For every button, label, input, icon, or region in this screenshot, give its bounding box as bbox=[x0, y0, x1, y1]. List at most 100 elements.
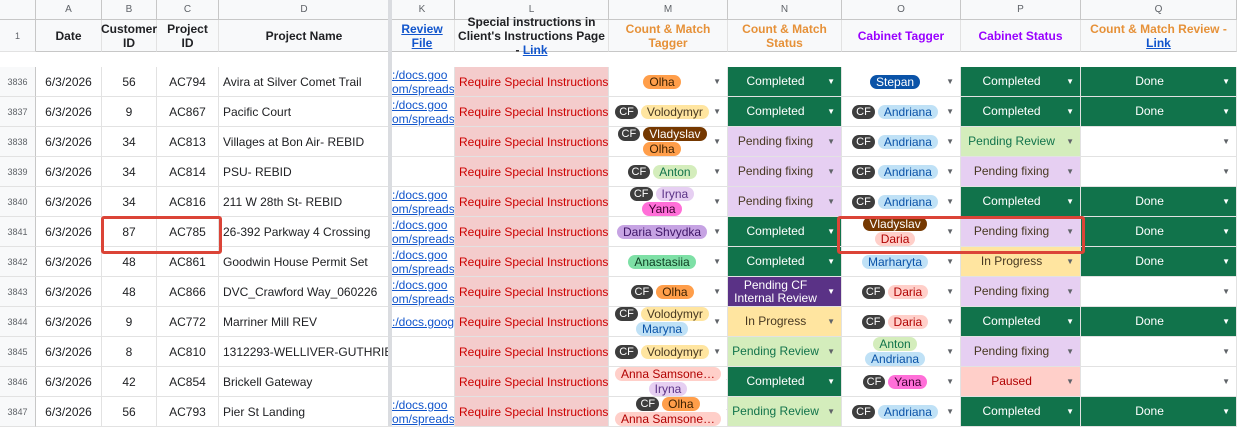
cabinet-status-cell[interactable]: Completed ▼ bbox=[961, 97, 1081, 127]
cabinet-tagger-cell[interactable]: Anton Andriana ▼ bbox=[842, 337, 961, 367]
special-instructions-cell[interactable]: Require Special Instructions▼ bbox=[455, 97, 609, 127]
special-instructions-cell[interactable]: Require Special Instructions▼ bbox=[455, 277, 609, 307]
review-link-text[interactable]: :/docs.goog bbox=[392, 315, 454, 329]
cabinet-status-cell[interactable]: Completed ▼ bbox=[961, 187, 1081, 217]
special-instructions-cell[interactable]: Require Special Instructions▼ bbox=[455, 337, 609, 367]
count-match-tagger-cell[interactable]: CF Volodymyr Maryna ▼ bbox=[609, 307, 728, 337]
review-link-text[interactable]: :/docs.goo bbox=[392, 68, 447, 82]
review-file-cell[interactable]: :/docs.goo om/spreads bbox=[390, 187, 455, 217]
count-match-tagger-cell[interactable]: CF Olha ▼ bbox=[609, 277, 728, 307]
dropdown-arrow-icon[interactable]: ▼ bbox=[1222, 77, 1230, 86]
project-id-cell[interactable]: AC854 bbox=[157, 367, 219, 397]
dropdown-arrow-icon[interactable]: ▼ bbox=[827, 377, 835, 386]
project-id-cell[interactable]: AC794 bbox=[157, 67, 219, 97]
review-file-cell[interactable] bbox=[390, 367, 455, 397]
cabinet-tagger-cell[interactable]: CF Andriana ▼ bbox=[842, 187, 961, 217]
review-link-text[interactable]: om/spreads bbox=[392, 412, 454, 426]
dropdown-arrow-icon[interactable]: ▼ bbox=[713, 167, 721, 176]
row-number[interactable]: 3841 bbox=[0, 217, 36, 247]
review-file-cell[interactable] bbox=[390, 127, 455, 157]
column-letter-k[interactable]: K bbox=[390, 0, 455, 20]
row-number[interactable]: 3836 bbox=[0, 67, 36, 97]
project-name-cell[interactable]: PSU- REBID bbox=[219, 157, 390, 187]
cabinet-tagger-cell[interactable]: CF Daria ▼ bbox=[842, 307, 961, 337]
count-match-review-cell[interactable]: Done ▼ bbox=[1081, 67, 1237, 97]
dropdown-arrow-icon[interactable]: ▼ bbox=[1222, 167, 1230, 176]
date-cell[interactable]: 6/3/2026 bbox=[36, 67, 102, 97]
cabinet-status-cell[interactable]: Completed ▼ bbox=[961, 397, 1081, 427]
project-name-cell[interactable]: Avira at Silver Comet Trail bbox=[219, 67, 390, 97]
customer-id-cell[interactable]: 34 bbox=[102, 127, 157, 157]
row-number[interactable]: 3844 bbox=[0, 307, 36, 337]
count-match-status-cell[interactable]: Pending Review ▼ bbox=[728, 337, 842, 367]
review-file-cell[interactable]: :/docs.goo om/spreads bbox=[390, 277, 455, 307]
dropdown-arrow-icon[interactable]: ▼ bbox=[827, 107, 835, 116]
project-id-cell[interactable]: AC814 bbox=[157, 157, 219, 187]
dropdown-arrow-icon[interactable]: ▼ bbox=[946, 407, 954, 416]
column-letter-d[interactable]: D bbox=[219, 0, 390, 20]
dropdown-arrow-icon[interactable]: ▼ bbox=[1066, 287, 1074, 296]
customer-id-cell[interactable]: 9 bbox=[102, 307, 157, 337]
date-cell[interactable]: 6/3/2026 bbox=[36, 337, 102, 367]
customer-id-cell[interactable]: 9 bbox=[102, 97, 157, 127]
count-match-status-cell[interactable]: Completed ▼ bbox=[728, 217, 842, 247]
dropdown-arrow-icon[interactable]: ▼ bbox=[713, 317, 721, 326]
row-number[interactable]: 1 bbox=[0, 20, 36, 52]
project-name-cell[interactable]: Pacific Court bbox=[219, 97, 390, 127]
special-instructions-cell[interactable]: Require Special Instructions▼ bbox=[455, 367, 609, 397]
project-name-cell[interactable]: Villages at Bon Air- REBID bbox=[219, 127, 390, 157]
column-letter-c[interactable]: C bbox=[157, 0, 219, 20]
count-match-status-cell[interactable]: Completed ▼ bbox=[728, 247, 842, 277]
row-number[interactable]: 3838 bbox=[0, 127, 36, 157]
dropdown-arrow-icon[interactable]: ▼ bbox=[1066, 257, 1074, 266]
count-match-review-cell[interactable]: ▼ bbox=[1081, 337, 1237, 367]
dropdown-arrow-icon[interactable]: ▼ bbox=[1066, 167, 1074, 176]
dropdown-arrow-icon[interactable]: ▼ bbox=[946, 377, 954, 386]
review-file-cell[interactable]: :/docs.goo om/spreads bbox=[390, 67, 455, 97]
date-cell[interactable]: 6/3/2026 bbox=[36, 307, 102, 337]
project-id-cell[interactable]: AC866 bbox=[157, 277, 219, 307]
dropdown-arrow-icon[interactable]: ▼ bbox=[1222, 257, 1230, 266]
special-instructions-cell[interactable]: Require Special Instructions▼ bbox=[455, 157, 609, 187]
dropdown-arrow-icon[interactable]: ▼ bbox=[713, 227, 721, 236]
project-id-cell[interactable]: AC816 bbox=[157, 187, 219, 217]
project-name-cell[interactable]: Goodwin House Permit Set bbox=[219, 247, 390, 277]
column-letter-q[interactable]: Q bbox=[1081, 0, 1237, 20]
date-cell[interactable]: 6/3/2026 bbox=[36, 397, 102, 427]
cabinet-status-cell[interactable]: Pending fixing ▼ bbox=[961, 337, 1081, 367]
special-instructions-cell[interactable]: Require Special Instructions▼ bbox=[455, 397, 609, 427]
column-letter-p[interactable]: P bbox=[961, 0, 1081, 20]
dropdown-arrow-icon[interactable]: ▼ bbox=[1222, 137, 1230, 146]
project-name-cell[interactable]: Pier St Landing bbox=[219, 397, 390, 427]
count-match-review-cell[interactable]: Done ▼ bbox=[1081, 397, 1237, 427]
cabinet-tagger-cell[interactable]: Stepan ▼ bbox=[842, 67, 961, 97]
count-match-review-cell[interactable]: Done ▼ bbox=[1081, 217, 1237, 247]
cabinet-tagger-cell[interactable]: CF Andriana ▼ bbox=[842, 397, 961, 427]
row-number[interactable]: 3843 bbox=[0, 277, 36, 307]
row-number[interactable]: 3839 bbox=[0, 157, 36, 187]
count-match-review-cell[interactable]: Done ▼ bbox=[1081, 307, 1237, 337]
count-match-review-cell[interactable]: ▼ bbox=[1081, 277, 1237, 307]
row-number[interactable]: 3846 bbox=[0, 367, 36, 397]
review-link-text[interactable]: :/docs.goo bbox=[392, 188, 447, 202]
dropdown-arrow-icon[interactable]: ▼ bbox=[946, 197, 954, 206]
header-link[interactable]: Link bbox=[523, 43, 548, 57]
review-link-text[interactable]: om/spreads bbox=[392, 202, 454, 216]
review-link-text[interactable]: om/spreads bbox=[392, 262, 454, 276]
dropdown-arrow-icon[interactable]: ▼ bbox=[1222, 197, 1230, 206]
dropdown-arrow-icon[interactable]: ▼ bbox=[1066, 77, 1074, 86]
project-name-cell[interactable]: Marriner Mill REV bbox=[219, 307, 390, 337]
count-match-status-cell[interactable]: Completed ▼ bbox=[728, 67, 842, 97]
project-name-cell[interactable]: 26-392 Parkway 4 Crossing bbox=[219, 217, 390, 247]
customer-id-cell[interactable]: 8 bbox=[102, 337, 157, 367]
dropdown-arrow-icon[interactable]: ▼ bbox=[1222, 347, 1230, 356]
cabinet-status-cell[interactable]: Completed ▼ bbox=[961, 307, 1081, 337]
review-link-text[interactable]: :/docs.goo bbox=[392, 398, 447, 412]
count-match-review-cell[interactable]: ▼ bbox=[1081, 157, 1237, 187]
review-link-text[interactable]: :/docs.goo bbox=[392, 98, 447, 112]
count-match-tagger-cell[interactable]: Anna Samsone…Iryna▼ bbox=[609, 367, 728, 397]
count-match-tagger-cell[interactable]: CFOlhaAnna Samsone…▼ bbox=[609, 397, 728, 427]
date-cell[interactable]: 6/3/2026 bbox=[36, 247, 102, 277]
dropdown-arrow-icon[interactable]: ▼ bbox=[713, 347, 721, 356]
column-letter-a[interactable]: A bbox=[36, 0, 102, 20]
